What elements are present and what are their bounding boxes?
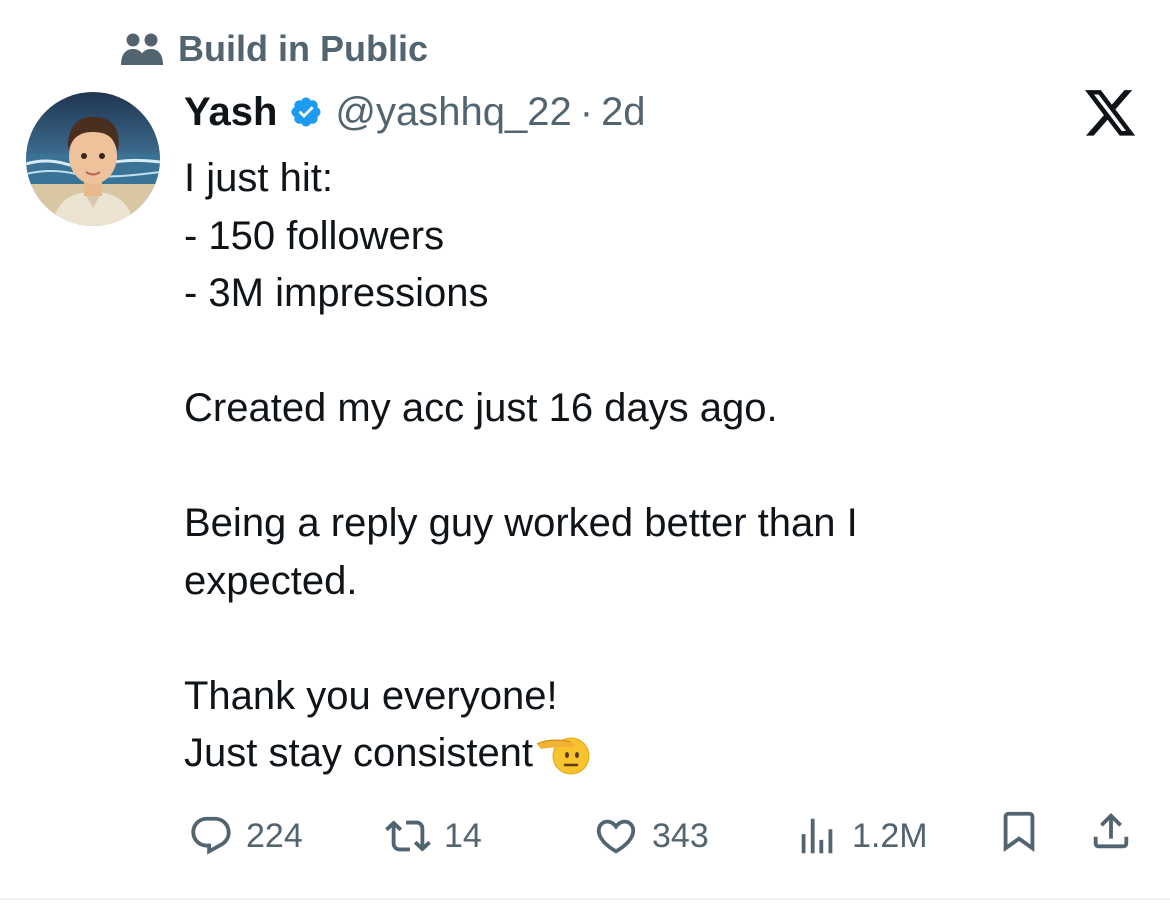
tweet-line: - 150 followers	[184, 213, 445, 258]
views-chart-icon	[794, 813, 840, 859]
separator-dot: ·	[579, 90, 594, 134]
tweet-text: I just hit: - 150 followers - 3M impress…	[184, 150, 1084, 783]
tweet-line: expected.	[184, 558, 358, 603]
repost-count: 14	[444, 817, 482, 855]
tweet-line: Just stay consistent	[184, 731, 534, 775]
action-bar: 224 14 343 1.2M	[0, 808, 1170, 864]
tweet-line	[184, 610, 1084, 668]
author-handle[interactable]: @yashhq_22	[335, 84, 571, 140]
share-icon	[1088, 808, 1134, 854]
heart-icon	[592, 813, 640, 859]
saluting-face-emoji	[535, 732, 591, 793]
post-time[interactable]: 2d	[601, 84, 646, 140]
divider	[0, 898, 1170, 900]
reply-icon	[188, 813, 234, 859]
verified-badge-icon	[289, 95, 323, 129]
community-name: Build in Public	[178, 28, 428, 69]
x-logo-icon	[1085, 90, 1137, 143]
tweet-line: - 3M impressions	[184, 271, 489, 315]
tweet-line: Created my acc just 16 days ago.	[184, 386, 778, 430]
reply-count: 224	[246, 817, 303, 855]
repost-button[interactable]: 14	[384, 808, 482, 864]
like-count: 343	[652, 817, 709, 855]
avatar[interactable]	[26, 92, 160, 226]
tweet-line: Thank you everyone!	[184, 673, 558, 718]
community-context[interactable]: Build in Public	[120, 28, 428, 70]
tweet-line	[184, 323, 1084, 381]
community-icon	[120, 31, 164, 67]
author-name[interactable]: Yash	[184, 84, 277, 140]
views-button[interactable]: 1.2M	[794, 808, 928, 864]
tweet-line: I just hit:	[184, 156, 333, 200]
bookmark-button[interactable]	[996, 808, 1042, 854]
repost-icon	[384, 813, 432, 859]
reply-button[interactable]: 224	[188, 808, 303, 864]
tweet-line: Being a reply guy worked better than I	[184, 501, 858, 545]
bookmark-icon	[996, 808, 1042, 854]
tweet-line-last: Just stay consistent	[184, 725, 1084, 783]
share-button[interactable]	[1088, 808, 1134, 854]
views-count: 1.2M	[852, 817, 928, 855]
tweet-line	[184, 438, 1084, 496]
tweet-header: Yash @yashhq_22 · 2d	[184, 84, 646, 140]
like-button[interactable]: 343	[592, 808, 709, 864]
